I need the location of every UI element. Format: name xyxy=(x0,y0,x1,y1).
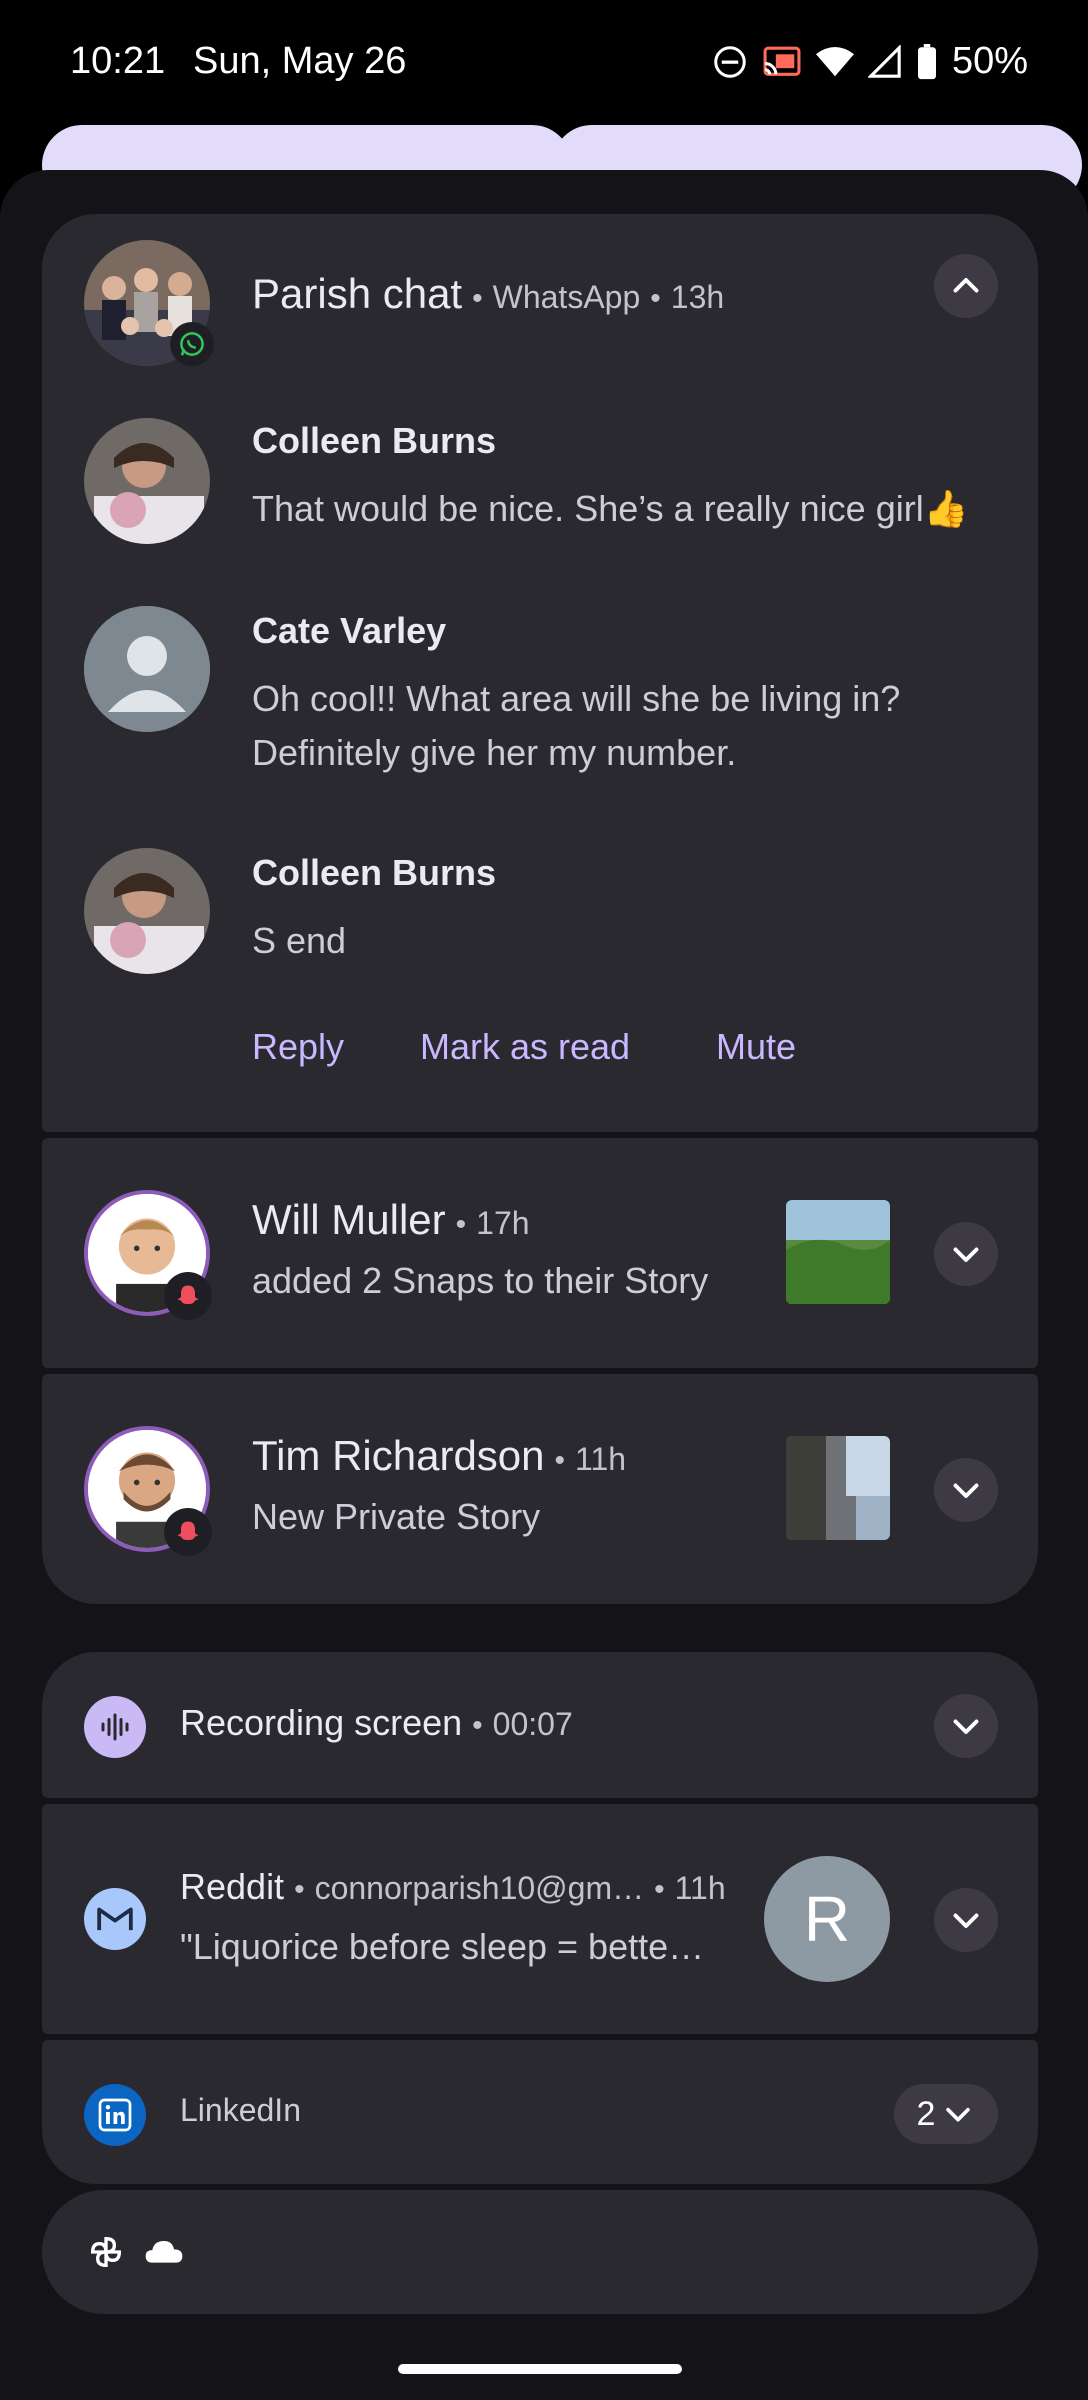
chevron-down-icon xyxy=(953,1247,979,1262)
timestamp: 11h xyxy=(575,1441,627,1477)
notification-count: 2 xyxy=(916,2094,936,2133)
email-account: connorparish10@gm… xyxy=(314,1870,645,1906)
message-text: That would be nice. She’s a really nice … xyxy=(252,488,969,529)
recording-icon xyxy=(84,1696,146,1758)
group-name: Parish chat xyxy=(252,270,463,317)
email-sender: Reddit xyxy=(180,1866,285,1907)
chevron-down-icon xyxy=(953,1913,979,1928)
chevron-up-icon xyxy=(953,278,979,293)
message-sender: Colleen Burns xyxy=(252,420,497,461)
battery-icon xyxy=(916,43,938,80)
timestamp: 11h xyxy=(674,1870,726,1906)
clock: 10:21 xyxy=(70,40,166,82)
linkedin-notification[interactable]: LinkedIn 2 xyxy=(42,2040,1038,2184)
gmail-notification[interactable]: Reddit • connorparish10@gm… • 11h "Liquorice… xyxy=(42,1804,1038,2034)
whatsapp-icon xyxy=(170,322,214,366)
home-indicator[interactable] xyxy=(398,2364,682,2374)
expand-button[interactable] xyxy=(934,1458,998,1522)
chevron-down-icon xyxy=(953,1719,979,1734)
chevron-down-icon xyxy=(953,1483,979,1498)
do-not-disturb-icon xyxy=(712,44,748,80)
sender-avatar: R xyxy=(764,1856,890,1982)
timestamp: 17h xyxy=(476,1205,530,1241)
linkedin-icon xyxy=(84,2084,146,2146)
reply-button[interactable]: Reply xyxy=(252,1026,344,1068)
story-thumbnail xyxy=(786,1436,890,1540)
battery-percent: 50% xyxy=(951,40,1028,82)
snapchat-icon xyxy=(164,1508,212,1556)
signal-icon xyxy=(867,44,902,79)
expand-button[interactable] xyxy=(934,1888,998,1952)
expand-button[interactable] xyxy=(934,1222,998,1286)
expand-count-button[interactable]: 2 xyxy=(894,2084,998,2144)
message-text: Oh cool!! What area will she be living i… xyxy=(252,678,901,773)
cloud-icon xyxy=(144,2236,184,2271)
recording-notification[interactable]: Recording screen • 00:07 xyxy=(42,1652,1038,1798)
email-subject: "Liquorice before sleep = bette… xyxy=(180,1926,705,1967)
whatsapp-notification[interactable]: Parish chat • WhatsApp • 13h Colleen Burns T… xyxy=(42,214,1038,1132)
mark-as-read-button[interactable]: Mark as read xyxy=(420,1026,630,1068)
snapchat-icon xyxy=(164,1272,212,1320)
message-sender: Cate Varley xyxy=(252,610,447,651)
expand-button[interactable] xyxy=(934,1694,998,1758)
snapchat-notification[interactable]: Tim Richardson • 11h New Private Story xyxy=(42,1374,1038,1604)
app-name: WhatsApp xyxy=(492,279,641,315)
sender-avatar xyxy=(84,848,210,974)
linkedin-title: LinkedIn xyxy=(180,2092,301,2128)
mute-button[interactable]: Mute xyxy=(716,1026,796,1068)
snapchat-notification[interactable]: Will Muller • 17h added 2 Snaps to their S… xyxy=(42,1138,1038,1368)
status-bar: 10:21 Sun, May 26 50% xyxy=(0,0,1088,120)
timestamp: 13h xyxy=(670,279,725,315)
notification-text: added 2 Snaps to their Story xyxy=(252,1260,709,1301)
collapse-button[interactable] xyxy=(934,254,998,318)
sender-name: Will Muller xyxy=(252,1196,446,1243)
message-text: S end xyxy=(252,920,347,961)
chevron-down-icon xyxy=(946,2107,971,2122)
notification-text: New Private Story xyxy=(252,1496,541,1537)
recording-title: Recording screen xyxy=(180,1702,463,1743)
sender-avatar xyxy=(84,418,210,544)
gmail-icon xyxy=(84,1888,146,1950)
cast-icon xyxy=(762,44,802,80)
default-avatar-icon xyxy=(84,606,210,732)
date: Sun, May 26 xyxy=(193,40,407,82)
silent-notifications-bar[interactable] xyxy=(42,2190,1038,2314)
recording-timer: 00:07 xyxy=(492,1706,573,1742)
story-thumbnail xyxy=(786,1200,890,1304)
wifi-icon xyxy=(815,45,854,79)
message-sender: Colleen Burns xyxy=(252,852,497,893)
sender-name: Tim Richardson xyxy=(252,1432,545,1479)
pinwheel-icon xyxy=(86,2232,126,2277)
